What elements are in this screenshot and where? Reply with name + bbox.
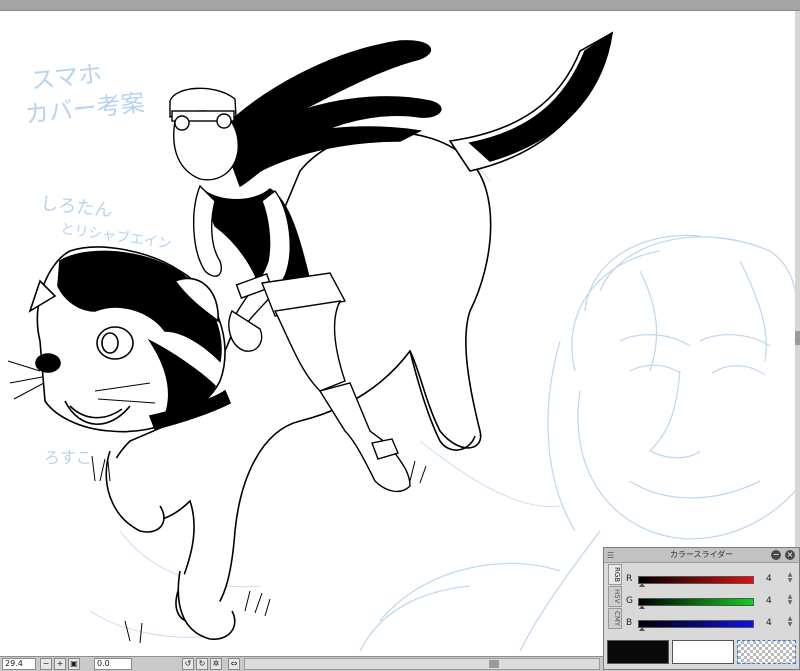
slider-knob-g[interactable] bbox=[639, 605, 645, 609]
slider-row-b: B 4 ▲ ▼ bbox=[626, 616, 796, 632]
slider-value-r[interactable]: 4 bbox=[766, 574, 772, 584]
slider-track-g[interactable] bbox=[638, 598, 754, 606]
horizontal-scrollbar[interactable] bbox=[244, 658, 600, 670]
spinner-g-icon[interactable]: ▲ ▼ bbox=[786, 594, 794, 606]
tab-hsv[interactable]: HSV bbox=[608, 586, 622, 607]
spinner-r-icon[interactable]: ▲ ▼ bbox=[786, 572, 794, 584]
panel-title: カラースライダー bbox=[669, 550, 734, 559]
rotate-right-icon[interactable]: ↻ bbox=[196, 658, 208, 670]
window-top-strip bbox=[0, 0, 800, 11]
tab-rgb[interactable]: RGB bbox=[608, 564, 622, 586]
color-mode-tabs: RGB HSV CMY bbox=[608, 564, 622, 630]
main-color-swatch[interactable] bbox=[607, 640, 669, 664]
slider-track-b[interactable] bbox=[638, 620, 754, 628]
slider-label-r: R bbox=[626, 574, 633, 584]
reset-rotation-icon[interactable]: ✲ bbox=[210, 658, 222, 670]
sketch-note-line-1: スマホ bbox=[30, 60, 104, 95]
flip-icon[interactable]: ⇔ bbox=[228, 658, 240, 670]
tab-cmy[interactable]: CMY bbox=[608, 607, 622, 629]
panel-title-bar[interactable]: ☰ カラースライダー − × bbox=[604, 548, 799, 563]
sketch-note-line-3: しろたん bbox=[39, 193, 113, 221]
slider-row-g: G 4 ▲ ▼ bbox=[626, 594, 796, 610]
close-icon[interactable]: × bbox=[785, 550, 795, 560]
angle-field[interactable]: 0.0 bbox=[94, 658, 132, 670]
zoom-out-icon[interactable]: − bbox=[40, 658, 52, 670]
horizontal-scroll-thumb[interactable] bbox=[489, 660, 499, 668]
slider-knob-r[interactable] bbox=[639, 583, 645, 587]
slider-value-b[interactable]: 4 bbox=[766, 618, 772, 628]
slider-row-r: R 4 ▲ ▼ bbox=[626, 572, 796, 588]
zoom-field[interactable]: 29.4 bbox=[2, 658, 36, 670]
transparent-color-swatch[interactable] bbox=[737, 640, 796, 664]
spinner-b-icon[interactable]: ▲ ▼ bbox=[786, 616, 794, 628]
slider-value-g[interactable]: 4 bbox=[766, 596, 772, 606]
sketch-note-line-2: カバー考案 bbox=[24, 89, 146, 129]
slider-label-b: B bbox=[626, 618, 633, 628]
vertical-scroll-thumb[interactable] bbox=[795, 331, 800, 345]
sub-color-swatch[interactable] bbox=[672, 640, 734, 664]
color-slider-panel: ☰ カラースライダー − × RGB HSV CMY R 4 ▲ ▼ G 4 ▲ ▼… bbox=[603, 547, 800, 670]
rotate-left-icon[interactable]: ↺ bbox=[182, 658, 194, 670]
slider-label-g: G bbox=[626, 596, 633, 606]
sketch-note-line-5: ろすこ bbox=[44, 448, 92, 467]
minimize-icon[interactable]: − bbox=[771, 550, 781, 560]
fit-screen-icon[interactable]: ▣ bbox=[68, 658, 80, 670]
slider-knob-b[interactable] bbox=[639, 627, 645, 631]
slider-track-r[interactable] bbox=[638, 576, 754, 584]
zoom-in-icon[interactable]: + bbox=[54, 658, 66, 670]
